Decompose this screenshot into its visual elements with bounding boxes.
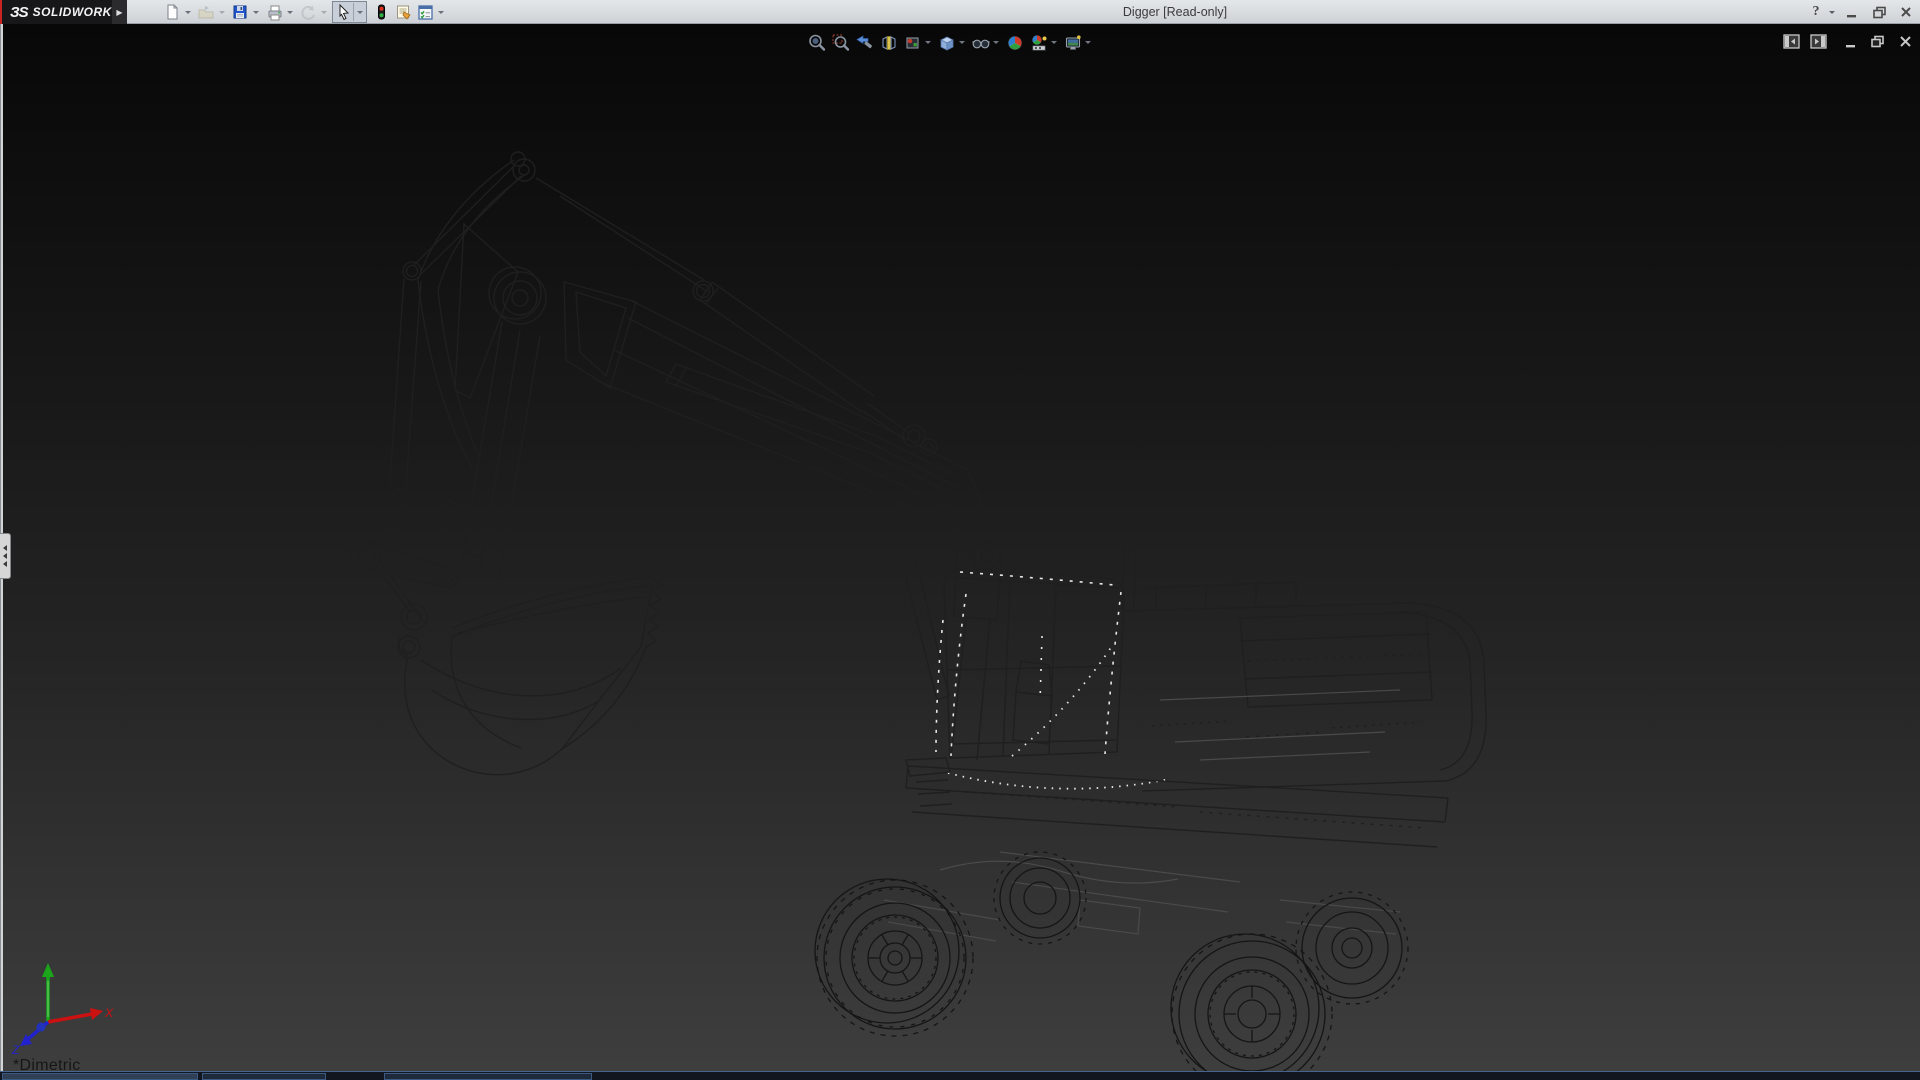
- zoom-to-fit-icon[interactable]: [806, 32, 827, 53]
- heads-up-view-toolbar: [806, 32, 1096, 53]
- display-style-button[interactable]: [936, 32, 967, 53]
- new-document-button[interactable]: [162, 2, 194, 22]
- file-properties-button[interactable]: [393, 2, 413, 22]
- wireframe-swing-bracket[interactable]: [903, 470, 1002, 760]
- open-document-dropdown[interactable]: [216, 2, 228, 22]
- z-axis-label: Z: [11, 1043, 20, 1055]
- view-settings-button[interactable]: [1062, 32, 1093, 53]
- undo-icon[interactable]: [298, 2, 318, 22]
- zoom-to-fit-button[interactable]: [806, 32, 827, 53]
- view-orientation-label: *Dimetric: [13, 1057, 81, 1071]
- wireframe-bucket[interactable]: [351, 541, 661, 775]
- apply-scene-button[interactable]: [1028, 32, 1059, 53]
- hide-show-items-button[interactable]: [970, 32, 1001, 53]
- restore-button[interactable]: [1869, 2, 1889, 22]
- graphics-viewport[interactable]: X Z *Dimetric: [0, 24, 1920, 1071]
- origin-ball: [37, 1023, 46, 1032]
- wheel-rear-right[interactable]: [1296, 892, 1408, 1004]
- hide-show-items-icon[interactable]: [970, 32, 991, 53]
- save-dropdown[interactable]: [250, 2, 262, 22]
- undo-dropdown[interactable]: [318, 2, 330, 22]
- solidworks-logo-mark: ЗS: [10, 4, 28, 21]
- apply-scene-icon[interactable]: [1028, 32, 1049, 53]
- minimize-button[interactable]: [1842, 2, 1862, 22]
- zoom-to-area-button[interactable]: [830, 32, 851, 53]
- print-icon[interactable]: [264, 2, 284, 22]
- digger-wireframe-model[interactable]: [0, 24, 1920, 1071]
- help-button[interactable]: ?: [1806, 2, 1826, 22]
- taskbar-button[interactable]: [202, 1073, 326, 1080]
- apply-scene-dropdown[interactable]: [1049, 33, 1059, 53]
- document-window-controls: [1782, 33, 1914, 49]
- view-orientation-dropdown[interactable]: [923, 33, 933, 53]
- x-axis-arrowhead: [90, 1008, 103, 1020]
- print-button[interactable]: [264, 2, 296, 22]
- close-document-button[interactable]: [1896, 33, 1914, 49]
- wireframe-engine-housing[interactable]: [1122, 537, 1486, 791]
- section-view-button[interactable]: [878, 32, 899, 53]
- print-dropdown[interactable]: [284, 2, 296, 22]
- wireframe-wheels[interactable]: [815, 852, 1408, 1071]
- options-icon[interactable]: [415, 2, 435, 22]
- orientation-triad: X Z: [8, 955, 118, 1055]
- save-button[interactable]: [230, 2, 262, 22]
- new-document-icon[interactable]: [162, 2, 182, 22]
- view-settings-dropdown[interactable]: [1083, 33, 1093, 53]
- previous-view-icon[interactable]: [854, 32, 875, 53]
- open-document-button[interactable]: [196, 2, 228, 22]
- help-dropdown-icon[interactable]: [1829, 11, 1835, 14]
- solidworks-logo-text: SOLIDWORKS: [33, 5, 121, 19]
- collapse-feature-manager-button[interactable]: [1782, 33, 1800, 49]
- taskbar-strip: [0, 1071, 1920, 1080]
- display-delete-relations-button[interactable]: [371, 2, 391, 22]
- display-delete-relations-icon[interactable]: [371, 2, 391, 22]
- solidworks-logo: ЗS SOLIDWORKS: [2, 0, 112, 24]
- main-toolbar: [162, 0, 449, 24]
- x-axis: [48, 1014, 92, 1022]
- new-document-dropdown[interactable]: [182, 2, 194, 22]
- view-settings-icon[interactable]: [1062, 32, 1083, 53]
- options-button[interactable]: [415, 2, 447, 22]
- expand-task-pane-button[interactable]: [1809, 33, 1827, 49]
- edit-appearance-icon[interactable]: [1004, 32, 1025, 53]
- wheel-front-left[interactable]: [815, 879, 973, 1036]
- display-style-dropdown[interactable]: [957, 33, 967, 53]
- close-button[interactable]: [1896, 2, 1916, 22]
- view-orientation-icon[interactable]: [902, 32, 923, 53]
- select-tool-icon[interactable]: [333, 2, 353, 22]
- section-view-icon[interactable]: [878, 32, 899, 53]
- taskbar-button[interactable]: [384, 1073, 592, 1080]
- display-style-icon[interactable]: [936, 32, 957, 53]
- select-tool-dropdown[interactable]: [354, 2, 366, 22]
- file-properties-icon[interactable]: [393, 2, 413, 22]
- open-document-icon[interactable]: [196, 2, 216, 22]
- options-dropdown[interactable]: [435, 2, 447, 22]
- hide-show-items-dropdown[interactable]: [991, 33, 1001, 53]
- x-axis-label: X: [104, 1006, 114, 1020]
- taskbar-button[interactable]: [2, 1073, 198, 1080]
- restore-document-button[interactable]: [1869, 33, 1887, 49]
- view-orientation-button[interactable]: [902, 32, 933, 53]
- edit-appearance-button[interactable]: [1004, 32, 1025, 53]
- previous-view-button[interactable]: [854, 32, 875, 53]
- y-axis-arrowhead: [42, 963, 54, 977]
- save-icon[interactable]: [230, 2, 250, 22]
- titlebar: ЗS SOLIDWORKS ▶: [0, 0, 1920, 24]
- zoom-to-area-icon[interactable]: [830, 32, 851, 53]
- wheel-front-right[interactable]: [1171, 934, 1332, 1071]
- document-title: Digger [Read-only]: [1123, 5, 1227, 19]
- wireframe-boom[interactable]: [386, 152, 968, 578]
- select-tool-button[interactable]: [332, 1, 367, 23]
- window-controls: ?: [1806, 0, 1916, 24]
- minimize-document-button[interactable]: [1842, 33, 1860, 49]
- undo-button[interactable]: [298, 2, 330, 22]
- menu-expand-button[interactable]: ▶: [112, 0, 127, 24]
- feature-manager-collapsed-tab[interactable]: [0, 533, 11, 579]
